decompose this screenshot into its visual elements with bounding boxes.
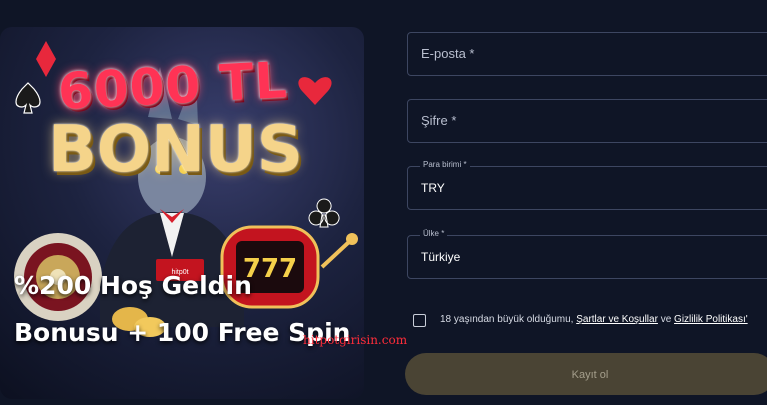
terms-link[interactable]: Şartlar ve Koşullar (576, 314, 658, 325)
currency-select[interactable]: Para birimi * TRY (407, 160, 767, 210)
country-value: Türkiye (421, 250, 461, 264)
spade-suit-icon (15, 82, 41, 114)
heart-suit-icon (298, 77, 332, 105)
consent-mid: ve (657, 314, 675, 325)
country-select[interactable]: Ülke * Türkiye (407, 229, 767, 279)
consent-prefix: 18 yaşından büyük olduğumu, (440, 314, 577, 325)
site-watermark: hitpotgirisin.com (303, 333, 408, 347)
country-label: Ülke * (420, 229, 448, 238)
password-field[interactable]: Şifre * (407, 99, 767, 143)
currency-label: Para birimi * (420, 160, 470, 169)
age-consent-checkbox[interactable] (413, 314, 426, 327)
bonus-word: BONUS (48, 113, 303, 187)
currency-value: TRY (421, 181, 445, 195)
bonus-amount: 6000 TL (56, 51, 289, 121)
privacy-link[interactable]: Gizlilik Politikası' (674, 314, 748, 325)
email-field[interactable]: E-posta * (407, 32, 767, 76)
promo-headline-line1: %200 Hoş Geldin (14, 271, 252, 300)
register-button[interactable]: Kayıt ol (405, 353, 767, 395)
club-suit-icon (308, 198, 340, 228)
diamond-suit-icon (36, 41, 56, 77)
consent-text: 18 yaşından büyük olduğumu, Şartlar ve K… (440, 314, 748, 325)
password-placeholder: Şifre * (421, 113, 457, 128)
email-placeholder: E-posta * (421, 46, 475, 61)
